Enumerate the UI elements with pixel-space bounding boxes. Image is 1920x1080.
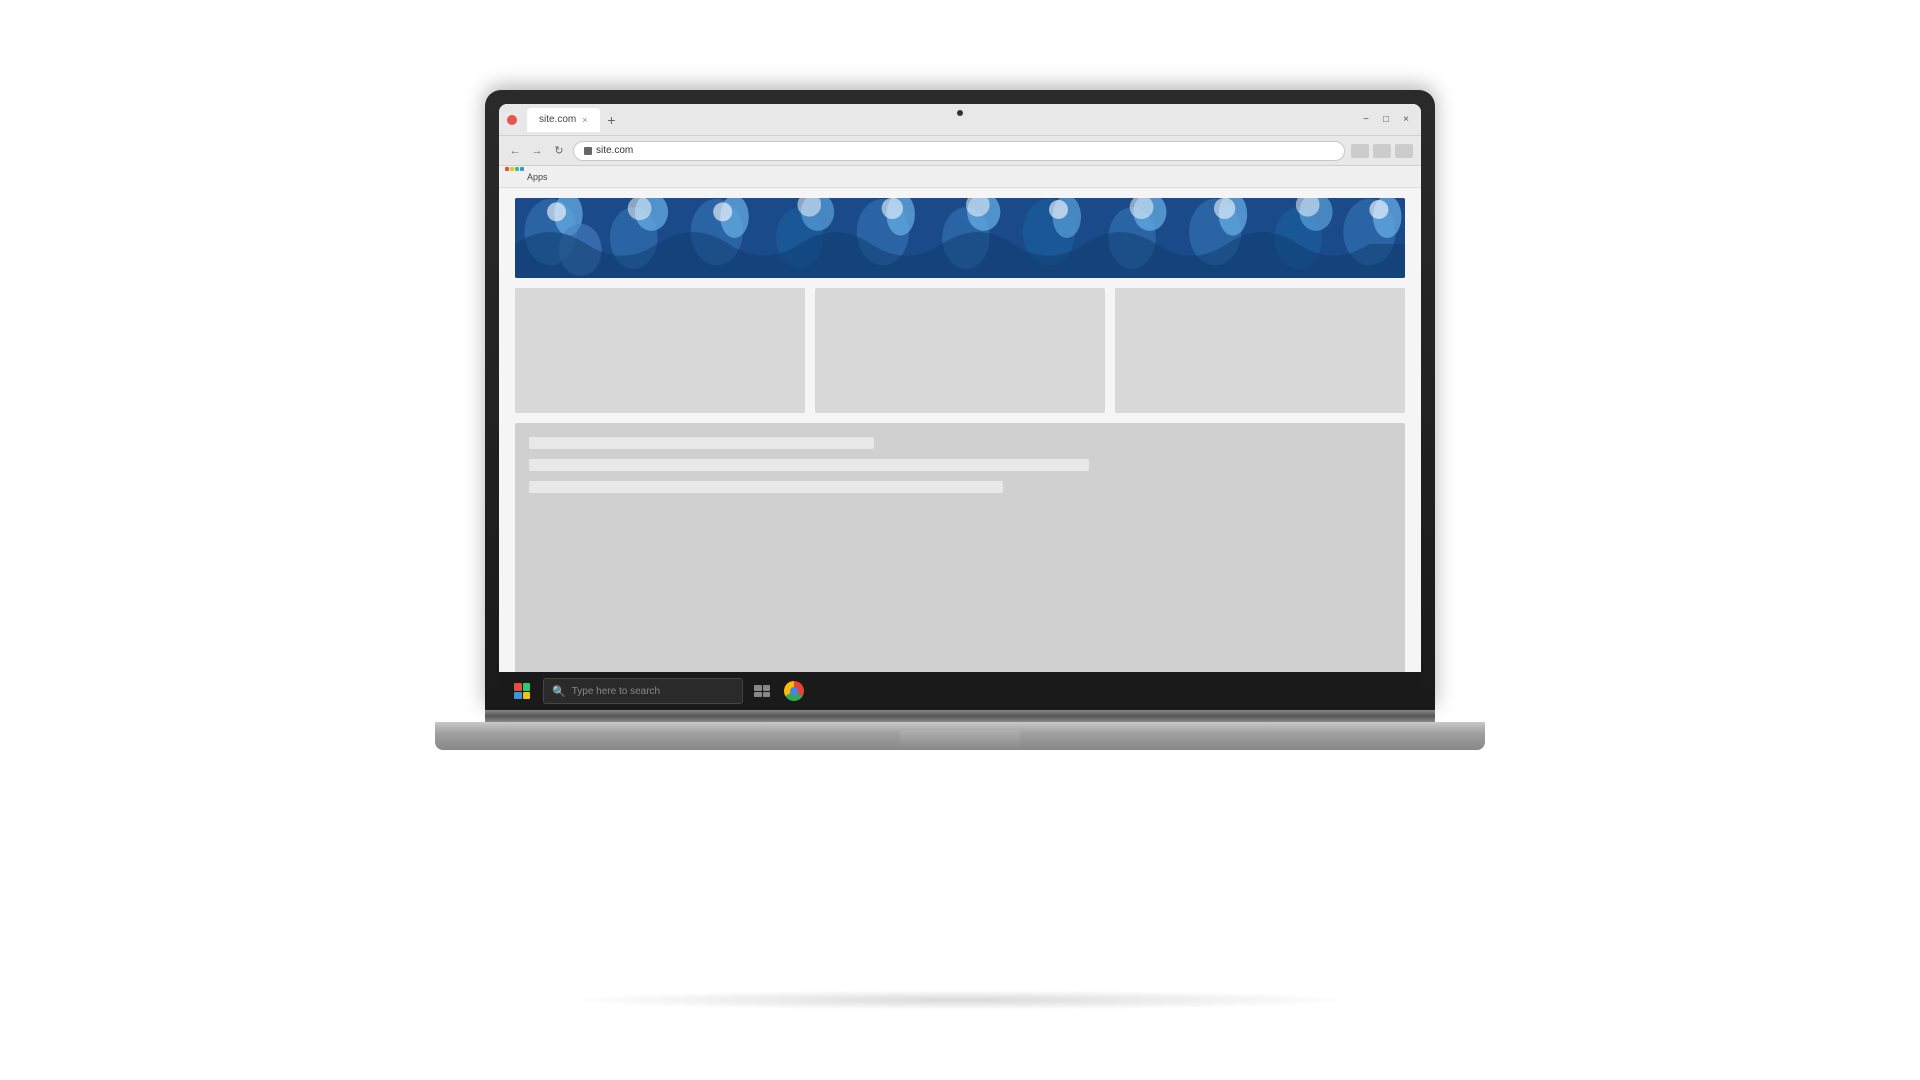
bookmarks-bar: Apps xyxy=(499,166,1421,188)
trackpad[interactable] xyxy=(900,730,1020,746)
toolbar-icons xyxy=(1351,144,1413,158)
close-button[interactable] xyxy=(507,115,517,125)
screen-lid: site.com × + − □ × ← xyxy=(485,90,1435,710)
toolbar-icon-3[interactable] xyxy=(1395,144,1413,158)
windows-logo-icon xyxy=(514,683,530,699)
start-button[interactable] xyxy=(507,676,537,706)
toolbar-icon-1[interactable] xyxy=(1351,144,1369,158)
laptop-hinge xyxy=(485,710,1435,722)
laptop-base xyxy=(435,722,1485,750)
website xyxy=(499,188,1421,710)
browser-tab-active[interactable]: site.com × xyxy=(527,108,600,132)
browser-addressbar: ← → ↻ site.com xyxy=(499,136,1421,166)
content-card-3 xyxy=(1115,288,1405,413)
apps-label[interactable]: Apps xyxy=(527,172,548,182)
toolbar-icon-2[interactable] xyxy=(1373,144,1391,158)
browser-titlebar: site.com × + − □ × xyxy=(499,104,1421,136)
favicon-icon xyxy=(584,147,592,155)
window-controls: − □ × xyxy=(1359,113,1413,127)
screen-bezel: site.com × + − □ × ← xyxy=(499,104,1421,710)
cards-row xyxy=(515,288,1405,413)
taskbar: 🔍 Type here to search xyxy=(499,672,1421,710)
search-placeholder-text: Type here to search xyxy=(572,686,660,697)
tab-bar: site.com × + xyxy=(527,108,1353,132)
address-bar[interactable]: site.com xyxy=(573,141,1345,161)
chrome-inner-circle xyxy=(790,687,798,695)
text-line-3 xyxy=(529,481,1003,493)
maximize-button[interactable]: □ xyxy=(1379,113,1393,127)
url-text: site.com xyxy=(596,145,633,156)
forward-button[interactable]: → xyxy=(529,143,545,159)
minimize-button[interactable]: − xyxy=(1359,113,1373,127)
chrome-icon xyxy=(784,681,804,701)
back-button[interactable]: ← xyxy=(507,143,523,159)
refresh-button[interactable]: ↻ xyxy=(551,143,567,159)
scene: site.com × + − □ × ← xyxy=(0,0,1920,1080)
new-tab-button[interactable]: + xyxy=(602,110,622,130)
content-block xyxy=(515,423,1405,700)
camera xyxy=(957,110,963,116)
close-window-button[interactable]: × xyxy=(1399,113,1413,127)
browser-window: site.com × + − □ × ← xyxy=(499,104,1421,710)
tab-label: site.com xyxy=(539,114,576,125)
browser-content: 🔍 Type here to search xyxy=(499,188,1421,710)
tab-close-icon[interactable]: × xyxy=(582,115,587,125)
text-line-2 xyxy=(529,459,1089,471)
text-line-1 xyxy=(529,437,874,449)
traffic-lights xyxy=(507,115,517,125)
task-view-button[interactable] xyxy=(749,678,775,704)
search-icon: 🔍 xyxy=(552,685,566,698)
content-card-1 xyxy=(515,288,805,413)
laptop: site.com × + − □ × ← xyxy=(410,90,1510,990)
laptop-shadow xyxy=(560,990,1360,1010)
task-view-icon xyxy=(754,685,770,697)
apps-grid-icon[interactable] xyxy=(507,170,521,184)
content-card-2 xyxy=(815,288,1105,413)
taskbar-search[interactable]: 🔍 Type here to search xyxy=(543,678,743,704)
chrome-taskbar-button[interactable] xyxy=(781,678,807,704)
hero-banner xyxy=(515,198,1405,278)
